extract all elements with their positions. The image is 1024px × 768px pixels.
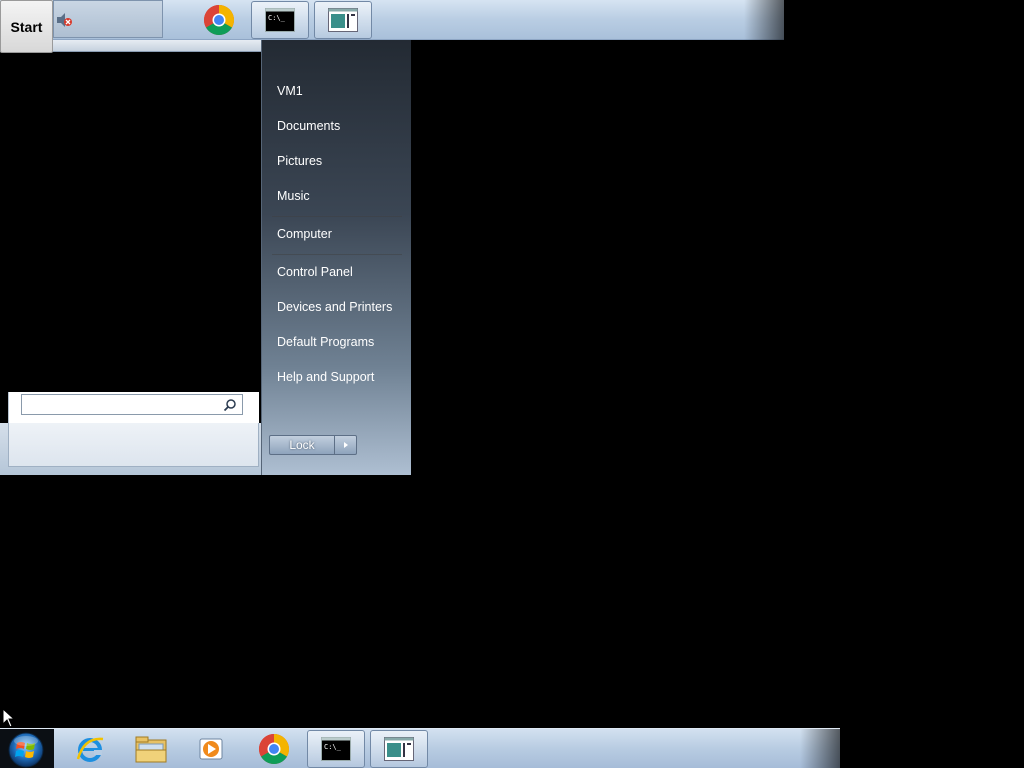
start-button-label: Start xyxy=(10,18,43,35)
top-taskbar: C:\_ xyxy=(0,0,784,40)
chrome-icon xyxy=(258,734,290,765)
taskbar-media-player-button[interactable] xyxy=(183,730,241,768)
menu-item-computer[interactable]: Computer xyxy=(277,223,402,245)
mouse-cursor-icon xyxy=(2,708,16,728)
svg-text:C:\_: C:\_ xyxy=(324,743,342,751)
menu-item-control-panel[interactable]: Control Panel xyxy=(277,261,402,283)
taskbar-window-button[interactable] xyxy=(370,730,428,768)
top-cmd-button[interactable]: C:\_ xyxy=(251,1,309,39)
folder-icon xyxy=(135,736,167,763)
command-prompt-icon: C:\_ xyxy=(265,8,295,32)
lock-button-label: Lock xyxy=(289,438,315,452)
taskbar-fade xyxy=(800,729,840,768)
taskbar-ie-button[interactable] xyxy=(61,730,119,768)
taskbar-chrome-button[interactable] xyxy=(245,730,303,768)
chevron-right-icon xyxy=(343,442,348,448)
volume-muted-icon[interactable] xyxy=(55,11,73,29)
taskbar-cmd-button[interactable]: C:\_ xyxy=(307,730,365,768)
menu-item-devices-and-printers[interactable]: Devices and Printers xyxy=(277,296,402,318)
media-player-icon xyxy=(199,738,223,760)
search-input[interactable] xyxy=(22,396,218,416)
search-area xyxy=(0,423,261,475)
menu-item-help-and-support[interactable]: Help and Support xyxy=(277,366,402,388)
search-icon[interactable] xyxy=(223,398,237,412)
top-taskbar-fade xyxy=(744,0,784,40)
desktop: C:\_ Start VM1 Documents Pictures Music … xyxy=(0,0,1024,768)
application-window-icon xyxy=(384,737,414,761)
menu-separator xyxy=(272,216,402,217)
programs-list-pane xyxy=(0,52,261,392)
menu-item-music[interactable]: Music xyxy=(277,185,402,207)
windows-start-orb-icon[interactable] xyxy=(6,731,46,768)
command-prompt-icon: C:\_ xyxy=(321,737,351,761)
lock-button[interactable]: Lock xyxy=(269,435,335,455)
taskbar: C:\_ xyxy=(0,728,840,768)
start-menu-right-pane: VM1 Documents Pictures Music Computer Co… xyxy=(261,40,411,475)
menu-item-pictures[interactable]: Pictures xyxy=(277,150,402,172)
top-window-button[interactable] xyxy=(314,1,372,39)
taskbar-explorer-button[interactable] xyxy=(122,730,180,768)
search-field[interactable] xyxy=(21,394,243,416)
shutdown-options-button[interactable] xyxy=(335,435,357,455)
menu-item-documents[interactable]: Documents xyxy=(277,115,402,137)
internet-explorer-icon xyxy=(76,737,104,762)
menu-item-vm1[interactable]: VM1 xyxy=(277,80,402,102)
start-button[interactable]: Start xyxy=(0,0,53,53)
application-window-icon xyxy=(328,8,358,32)
chrome-icon xyxy=(203,4,235,36)
lock-control: Lock xyxy=(269,435,359,455)
svg-text:C:\_: C:\_ xyxy=(268,14,286,22)
top-chrome-button[interactable] xyxy=(190,1,248,39)
menu-separator xyxy=(272,254,402,255)
menu-item-default-programs[interactable]: Default Programs xyxy=(277,331,402,353)
